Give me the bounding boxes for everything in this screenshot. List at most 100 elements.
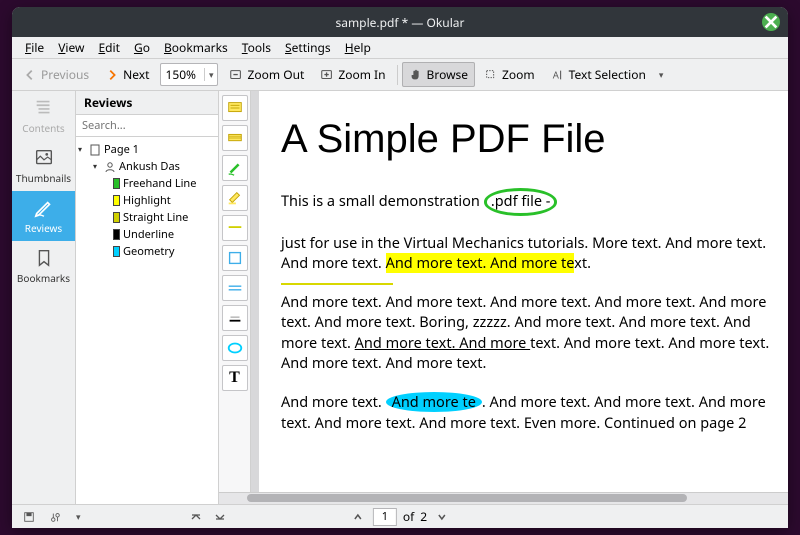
zoom-out-label: Zoom Out [247, 66, 304, 83]
tree-annotation-item[interactable]: Underline [78, 226, 216, 243]
zoom-out-button[interactable]: Zoom Out [222, 62, 311, 87]
collapse-down-icon[interactable] [211, 508, 229, 526]
color-swatch [113, 246, 120, 257]
separator [397, 65, 398, 85]
text-selection-label: Text Selection [569, 66, 646, 83]
reviews-panel: Reviews ▾ Page 1 ▾ Ankush Das Freeha [76, 91, 219, 504]
zoom-level-combo[interactable]: 150% ▾ [160, 63, 218, 86]
main-toolbar: Previous Next 150% ▾ Zoom Out Zoom In Br… [12, 59, 788, 91]
straight-line-annotation [281, 283, 393, 285]
tree-annotation-item[interactable]: Highlight [78, 192, 216, 209]
highlighter-tool-button[interactable] [222, 185, 248, 211]
config-icon-button[interactable] [46, 508, 64, 526]
straight-line-tool-button[interactable] [222, 215, 248, 241]
tree-item-label: Geometry [123, 244, 174, 259]
doc-heading: A Simple PDF File [281, 117, 772, 162]
reviews-search-input[interactable] [76, 115, 218, 137]
tree-annotation-item[interactable]: Freehand Line [78, 175, 216, 192]
tree-page-node[interactable]: ▾ Page 1 [78, 141, 216, 158]
next-button[interactable]: Next [98, 62, 156, 87]
zoom-label: Zoom [502, 66, 535, 83]
text-selection-icon: A [551, 68, 565, 82]
collapse-icon[interactable]: ▾ [93, 161, 101, 172]
color-swatch [113, 229, 120, 240]
prev-page-button[interactable] [349, 508, 367, 526]
reviews-panel-title: Reviews [76, 91, 218, 115]
tree-author-node[interactable]: ▾ Ankush Das [78, 158, 216, 175]
sidebar-contents-label: Contents [22, 121, 64, 135]
color-swatch [113, 178, 120, 189]
chevron-down-icon[interactable]: ▾ [655, 64, 668, 85]
text-tool-button[interactable]: T [222, 365, 248, 391]
note-tool-button[interactable] [222, 95, 248, 121]
underline-tool-button[interactable] [222, 305, 248, 331]
next-label: Next [123, 66, 149, 83]
horizontal-scrollbar[interactable] [219, 492, 788, 504]
close-button[interactable] [762, 13, 780, 31]
sidebar-reviews-label: Reviews [25, 221, 62, 235]
inline-note-tool-button[interactable] [222, 125, 248, 151]
of-label: of [403, 508, 414, 525]
reviews-tree: ▾ Page 1 ▾ Ankush Das Freehand Line [76, 137, 218, 504]
annotation-toolbar: T [219, 91, 251, 504]
sidebar-contents[interactable]: Contents [12, 91, 75, 141]
tree-annotation-item[interactable]: Straight Line [78, 209, 216, 226]
text-selection-button[interactable]: A Text Selection [544, 62, 653, 87]
sidebar-bookmarks-label: Bookmarks [17, 271, 70, 285]
sidebar-thumbnails[interactable]: Thumbnails [12, 141, 75, 191]
tree-author-label: Ankush Das [119, 159, 180, 174]
doc-paragraph: And more text. And more text. And more t… [281, 293, 772, 375]
next-page-button[interactable] [433, 508, 451, 526]
menu-file[interactable]: File [18, 37, 51, 58]
sidebar-bookmarks[interactable]: Bookmarks [12, 241, 75, 291]
bookmark-icon [33, 247, 55, 269]
sidebar: Contents Thumbnails Reviews Bookmarks [12, 91, 76, 504]
zoom-in-label: Zoom In [338, 66, 385, 83]
tree-item-label: Underline [123, 227, 174, 242]
page-number-input[interactable] [373, 508, 397, 526]
chevron-left-icon [23, 68, 37, 82]
statusbar: ▾ of 2 [12, 504, 788, 528]
text: xt. [574, 253, 591, 273]
chevron-down-icon: ▾ [204, 68, 214, 81]
collapse-up-icon[interactable] [187, 508, 205, 526]
tree-item-label: Highlight [123, 193, 171, 208]
save-icon-button[interactable] [20, 508, 38, 526]
tree-item-label: Freehand Line [123, 176, 196, 191]
previous-button[interactable]: Previous [16, 62, 96, 87]
menu-go[interactable]: Go [127, 37, 157, 58]
pencil-icon [33, 197, 55, 219]
ellipse-annotation: And more te [386, 392, 482, 412]
menu-view[interactable]: View [51, 37, 91, 58]
page: A Simple PDF File This is a small demons… [259, 91, 788, 504]
app-window: sample.pdf * — Okular File View Edit Go … [12, 7, 788, 528]
scrollbar-thumb[interactable] [247, 494, 687, 502]
freehand-tool-button[interactable] [222, 155, 248, 181]
stamp-tool-button[interactable] [222, 275, 248, 301]
zoom-out-icon [229, 68, 243, 82]
user-icon [104, 161, 116, 173]
chevron-right-icon [105, 68, 119, 82]
zoom-in-button[interactable]: Zoom In [313, 62, 392, 87]
menu-bookmarks[interactable]: Bookmarks [157, 37, 235, 58]
titlebar: sample.pdf * — Okular [12, 7, 788, 37]
polygon-tool-button[interactable] [222, 245, 248, 271]
window-title: sample.pdf * — Okular [335, 14, 464, 31]
sidebar-reviews[interactable]: Reviews [12, 191, 75, 241]
menu-help[interactable]: Help [338, 37, 378, 58]
collapse-icon[interactable]: ▾ [78, 144, 86, 155]
menu-edit[interactable]: Edit [91, 37, 127, 58]
menubar: File View Edit Go Bookmarks Tools Settin… [12, 37, 788, 59]
highlight-annotation: And more text. And more te [386, 253, 575, 273]
chevron-down-icon[interactable]: ▾ [72, 506, 85, 527]
browse-mode-button[interactable]: Browse [402, 62, 475, 87]
zoom-in-icon [320, 68, 334, 82]
ellipse-tool-button[interactable] [222, 335, 248, 361]
body: Contents Thumbnails Reviews Bookmarks Re… [12, 91, 788, 504]
menu-settings[interactable]: Settings [278, 37, 338, 58]
zoom-mode-button[interactable]: Zoom [477, 62, 542, 87]
menu-tools[interactable]: Tools [235, 37, 278, 58]
tree-annotation-item[interactable]: Geometry [78, 243, 216, 260]
text: And more text. [281, 392, 386, 412]
document-viewport[interactable]: A Simple PDF File This is a small demons… [251, 91, 788, 504]
